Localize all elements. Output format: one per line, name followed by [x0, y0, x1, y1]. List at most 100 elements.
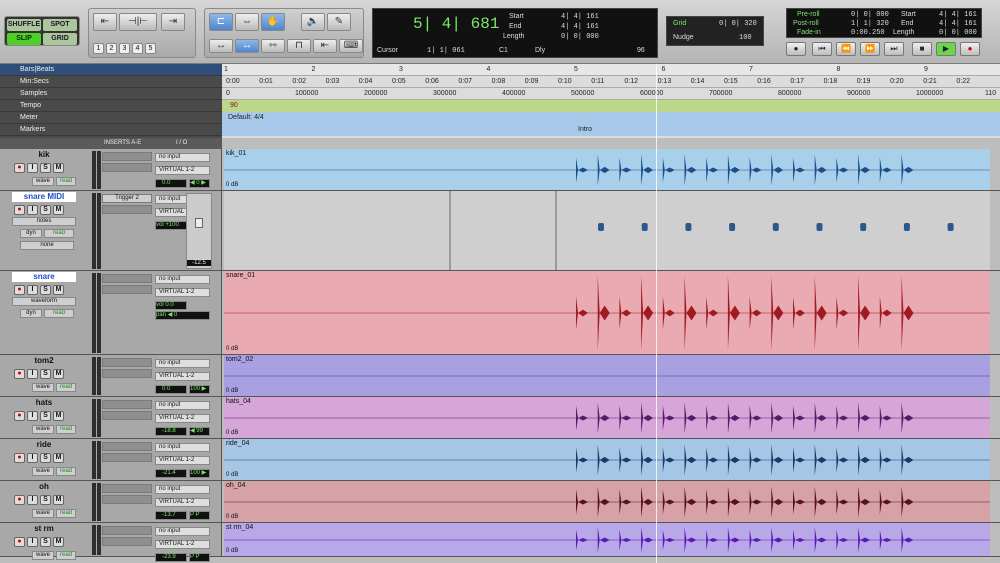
automation-mode-selector[interactable]: read: [56, 177, 76, 186]
selector-tool-icon[interactable]: ⇔: [235, 13, 259, 31]
solo-button[interactable]: S: [40, 537, 51, 547]
meter-ruler[interactable]: Default: 4/4: [222, 112, 1000, 124]
pan-readout[interactable]: 100 ▶: [189, 385, 210, 394]
midi-patch-selector[interactable]: none: [20, 241, 74, 250]
automation-mode-selector[interactable]: read: [56, 383, 76, 392]
zoom-preset-4[interactable]: 4: [132, 43, 143, 54]
playlist-dyn-button[interactable]: dyn: [20, 309, 42, 318]
pencil-tool-icon[interactable]: ✎: [327, 13, 351, 31]
transport-start-value[interactable]: 4| 4| 161: [939, 11, 977, 19]
output-selector[interactable]: VIRTUAL 1-2: [155, 166, 210, 175]
shuffle-mode-button[interactable]: SHUFFLE: [7, 19, 41, 31]
stop-icon[interactable]: ■: [912, 42, 932, 56]
track-view-selector[interactable]: notes: [12, 217, 76, 226]
insert-slot-trigger[interactable]: Trigger 2: [102, 194, 152, 203]
spot-mode-button[interactable]: SPOT: [43, 19, 77, 31]
mute-button[interactable]: M: [53, 411, 64, 421]
return-to-zero-icon[interactable]: ⏮: [812, 42, 832, 56]
minsecs-ruler-label[interactable]: Min:Secs: [0, 76, 222, 88]
insert-slot-b[interactable]: [102, 537, 152, 546]
track-view-selector[interactable]: wave: [32, 467, 54, 476]
track-name[interactable]: tom2: [12, 356, 76, 366]
delay-label[interactable]: Dly: [535, 47, 545, 54]
volume-fader[interactable]: -12.5: [186, 193, 212, 269]
zoom-out-icon[interactable]: ⇤: [93, 13, 117, 31]
solo-button[interactable]: S: [40, 453, 51, 463]
clip-region[interactable]: ride_04 0 dB: [224, 439, 990, 480]
transport-length-value[interactable]: 0| 0| 000: [939, 29, 977, 37]
record-enable-button[interactable]: ●: [14, 205, 25, 215]
input-monitor-button[interactable]: I: [27, 453, 38, 463]
clip-region[interactable]: tom2_02 0 dB: [224, 355, 990, 396]
track-name[interactable]: st rm: [12, 524, 76, 534]
insertion-follows-icon[interactable]: ⇤: [313, 39, 337, 53]
solo-button[interactable]: S: [40, 369, 51, 379]
volume-readout[interactable]: -13.7: [155, 511, 187, 520]
pan-readout[interactable]: ◀ 0 ▶: [189, 179, 210, 188]
track-view-selector[interactable]: wave: [32, 177, 54, 186]
output-selector[interactable]: VIRTUAL 1-2: [155, 540, 210, 549]
track-name[interactable]: oh: [12, 482, 76, 492]
volume-readout[interactable]: vol 0.0: [155, 301, 187, 310]
solo-button[interactable]: S: [40, 411, 51, 421]
mute-button[interactable]: M: [53, 205, 64, 215]
input-selector[interactable]: no input: [155, 485, 210, 494]
markers-ruler-label[interactable]: Markers: [0, 124, 222, 136]
markers-ruler[interactable]: Intro: [222, 124, 1000, 136]
input-monitor-button[interactable]: I: [27, 537, 38, 547]
clip-region[interactable]: st rm_04 0 dB: [224, 523, 990, 556]
nudge-label[interactable]: Nudge: [673, 34, 694, 41]
mute-button[interactable]: M: [53, 453, 64, 463]
track-name[interactable]: ride: [12, 440, 76, 450]
track-view-selector[interactable]: wave: [32, 383, 54, 392]
insert-slot-a[interactable]: [102, 274, 152, 283]
output-selector[interactable]: VIRTUAL 1-2: [155, 498, 210, 507]
insert-slot-b[interactable]: [102, 163, 152, 172]
input-monitor-button[interactable]: I: [27, 369, 38, 379]
clip-region[interactable]: snare_01 0 dB: [224, 271, 990, 354]
input-selector[interactable]: no input: [155, 359, 210, 368]
track-name[interactable]: snare: [12, 272, 76, 282]
automation-mode-selector[interactable]: read: [56, 425, 76, 434]
insert-slot-b[interactable]: [102, 495, 152, 504]
grabber-tool-icon[interactable]: ✋: [261, 13, 285, 31]
track-view-selector[interactable]: waveform: [12, 297, 76, 306]
link-timeline-icon[interactable]: ↔: [209, 39, 233, 53]
insert-slot-b[interactable]: [102, 369, 152, 378]
automation-mode-selector[interactable]: read: [56, 467, 76, 476]
track-view-selector[interactable]: wave: [32, 551, 54, 560]
input-selector[interactable]: no input: [155, 443, 210, 452]
record-enable-button[interactable]: ●: [14, 537, 25, 547]
input-monitor-button[interactable]: I: [27, 163, 38, 173]
end-value[interactable]: 4| 4| 161: [561, 23, 599, 31]
marker-intro[interactable]: Intro: [578, 126, 592, 133]
timeline-rulers[interactable]: 123456789 0:00 0:01 0:02 0:03 0:04 0:05 0:06 0:…: [222, 64, 1000, 138]
fadein-value[interactable]: 0:00.250: [851, 29, 885, 37]
zoom-preset-2[interactable]: 2: [106, 43, 117, 54]
input-monitor-button[interactable]: I: [27, 285, 38, 295]
nudge-value[interactable]: 100: [739, 34, 752, 42]
pan-readout[interactable]: P P: [189, 511, 210, 520]
mirror-midi-icon[interactable]: ⇿: [261, 39, 285, 53]
track-view-selector[interactable]: wave: [32, 509, 54, 518]
tempo-value[interactable]: 96: [637, 47, 645, 54]
zoom-preset-1[interactable]: 1: [93, 43, 104, 54]
volume-readout[interactable]: 0.0: [155, 385, 187, 394]
zoom-preset-5[interactable]: 5: [145, 43, 156, 54]
input-selector[interactable]: no input: [155, 401, 210, 410]
input-selector[interactable]: no input: [155, 153, 210, 162]
insert-slot-b[interactable]: [102, 411, 152, 420]
rewind-icon[interactable]: ⏪: [836, 42, 856, 56]
length-value[interactable]: 0| 0| 000: [561, 33, 599, 41]
fadein-label[interactable]: Fade-in: [797, 29, 821, 36]
output-selector[interactable]: VIRTUAL 1-2: [155, 456, 210, 465]
input-selector[interactable]: no input: [155, 275, 210, 284]
input-monitor-button[interactable]: I: [27, 205, 38, 215]
output-selector[interactable]: VIRTUAL 1-2: [155, 414, 210, 423]
record-enable-button[interactable]: ●: [14, 163, 25, 173]
volume-readout[interactable]: vol +100: [155, 221, 187, 230]
zoom-in-icon[interactable]: ⇥: [161, 13, 185, 31]
mute-button[interactable]: M: [53, 369, 64, 379]
input-selector[interactable]: no input: [155, 527, 210, 536]
clip-region[interactable]: kik_01 0 dB: [224, 149, 990, 190]
